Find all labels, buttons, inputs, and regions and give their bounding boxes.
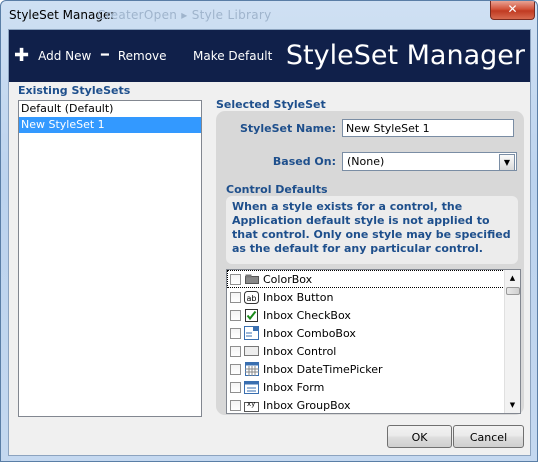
calendar-icon — [244, 362, 259, 376]
list-item[interactable]: ab Inbox Button — [227, 288, 505, 306]
checkbox[interactable] — [230, 273, 241, 285]
cancel-button[interactable]: Cancel — [453, 425, 524, 448]
control-defaults-description: When a style exists for a control, the A… — [226, 196, 518, 264]
control-label: Inbox Control — [263, 344, 337, 358]
button-icon: ab — [244, 290, 259, 304]
list-item[interactable]: Inbox ComboBox — [227, 324, 505, 342]
dialog-client-area: ✚ Add New ━ Remove Make Default StyleSet… — [8, 29, 531, 456]
control-label: Inbox GroupBox — [263, 398, 351, 412]
list-item[interactable]: Inbox DateTimePicker — [227, 360, 505, 378]
control-label: Inbox Form — [263, 380, 325, 394]
remove-label: Remove — [117, 49, 167, 63]
control-defaults-list[interactable]: ColorBox ab Inbox Button Inbox CheckBox — [226, 269, 521, 414]
make-default-button[interactable]: Make Default — [193, 49, 272, 63]
control-icon — [244, 344, 259, 358]
plus-icon: ✚ — [14, 45, 30, 66]
svg-text:xy: xy — [247, 400, 255, 408]
checkbox[interactable] — [230, 345, 241, 357]
based-on-value: (None) — [347, 155, 385, 168]
toolbar-header: ✚ Add New ━ Remove Make Default StyleSet… — [9, 30, 530, 82]
list-item[interactable]: New StyleSet 1 — [19, 117, 201, 133]
checkbox-icon — [244, 308, 259, 322]
add-new-button[interactable]: ✚ Add New — [14, 45, 92, 66]
checkbox[interactable] — [230, 381, 241, 393]
ok-button[interactable]: OK — [387, 425, 452, 448]
existing-stylesets-list[interactable]: Default (Default) New StyleSet 1 — [18, 100, 202, 417]
control-label: ColorBox — [263, 272, 313, 286]
scroll-down-icon[interactable]: ▼ — [505, 397, 520, 413]
make-default-label: Make Default — [193, 49, 273, 63]
control-list-scrollbar[interactable]: ▲ ▼ — [504, 270, 520, 413]
styleset-name-field[interactable] — [342, 119, 514, 137]
control-label: Inbox CheckBox — [263, 308, 351, 322]
list-item[interactable]: ColorBox — [227, 270, 505, 288]
styleset-manager-window: StyleSet Manager CreaterOpen ▸ Style Lib… — [0, 0, 538, 462]
scroll-up-icon[interactable]: ▲ — [505, 270, 520, 286]
title-bar[interactable]: StyleSet Manager CreaterOpen ▸ Style Lib… — [1, 1, 537, 29]
list-item[interactable]: xy Inbox GroupBox — [227, 396, 505, 413]
close-button[interactable]: ✕ — [490, 1, 535, 20]
list-item[interactable]: Inbox Control — [227, 342, 505, 360]
groupbox-icon: xy — [244, 398, 259, 412]
control-label: Inbox ComboBox — [263, 326, 356, 340]
existing-stylesets-label: Existing StyleSets — [18, 84, 131, 97]
based-on-label: Based On: — [272, 155, 336, 168]
list-item[interactable]: Default (Default) — [19, 101, 201, 117]
svg-text:ab: ab — [247, 294, 257, 303]
add-new-label: Add New — [38, 49, 92, 63]
close-icon: ✕ — [507, 2, 518, 16]
selected-styleset-panel: StyleSet Name: Based On: (None) ▼ Contro… — [216, 111, 524, 415]
list-item[interactable]: Inbox Form — [227, 378, 505, 396]
scroll-thumb[interactable] — [506, 287, 520, 295]
control-label: Inbox Button — [263, 290, 334, 304]
chevron-down-icon[interactable]: ▼ — [499, 154, 515, 171]
checkbox[interactable] — [230, 309, 241, 321]
combobox-icon — [244, 326, 259, 340]
styleset-name-label: StyleSet Name: — [239, 122, 336, 135]
checkbox[interactable] — [230, 399, 241, 411]
form-icon — [244, 380, 259, 394]
header-title: StyleSet Manager — [285, 40, 525, 71]
based-on-dropdown[interactable]: (None) ▼ — [342, 152, 517, 171]
checkbox[interactable] — [230, 363, 241, 375]
control-label: Inbox DateTimePicker — [263, 362, 383, 376]
colorbox-icon — [244, 272, 259, 286]
checkbox[interactable] — [230, 327, 241, 339]
minus-icon: ━ — [101, 48, 109, 63]
checkbox[interactable] — [230, 291, 241, 303]
control-defaults-label: Control Defaults — [226, 183, 328, 196]
selected-styleset-label: Selected StyleSet — [216, 98, 326, 111]
background-title-ghost: CreaterOpen ▸ Style Library — [97, 8, 272, 22]
list-item[interactable]: Inbox CheckBox — [227, 306, 505, 324]
remove-button[interactable]: ━ Remove — [101, 49, 167, 63]
